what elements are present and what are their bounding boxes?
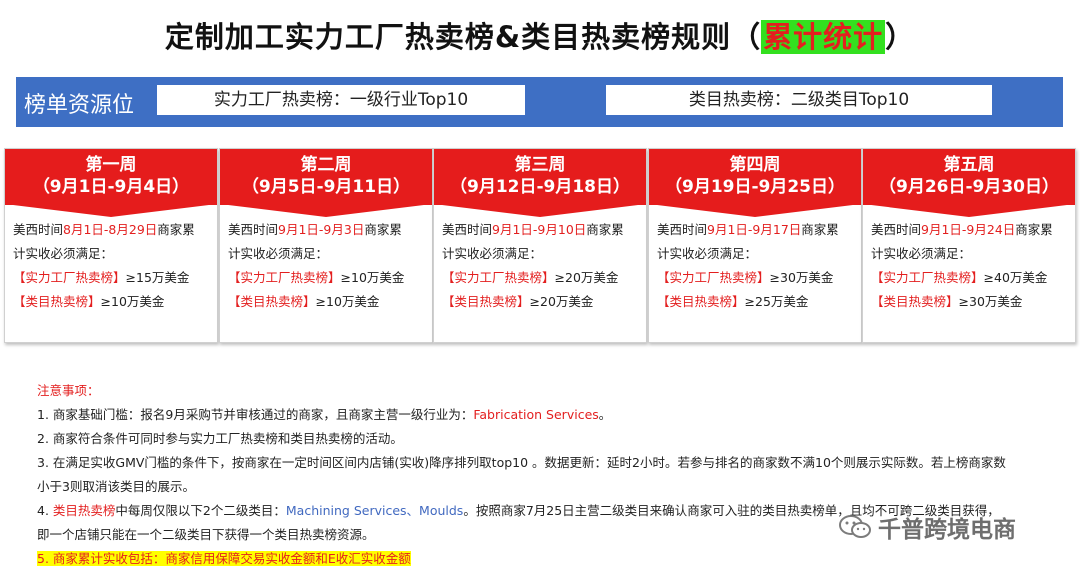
week-name: 第五周 [943,155,995,175]
week-name: 第二周 [300,155,352,175]
week-card-header: 第三周 （9月12日-9月18日） [434,149,646,217]
week-card-5: 第五周 （9月26日-9月30日） 美西时间9月1日-9月24日商家累 计实收必… [862,148,1076,343]
week-card-body: 美西时间9月1日-9月3日商家累 计实收必须满足： 【实力工厂热卖榜】≥10万美… [228,222,405,309]
week-card-header: 第四周 （9月19日-9月25日） [649,149,861,217]
watermark-text: 千普跨境电商 [878,517,1016,543]
note-3: 3. 在满足实收GMV门槛的条件下，按商家在一定时间区间内店铺(实收)降序排列取… [37,455,1006,470]
title-highlight: 累计统计 [761,20,886,54]
week-name: 第四周 [729,155,781,175]
factory-ranking-box: 实力工厂热卖榜：一级行业Top10 [157,85,525,115]
week-card-body: 美西时间9月1日-9月24日商家累 计实收必须满足： 【实力工厂热卖榜】≥40万… [871,222,1053,309]
category-ranking-box: 类目热卖榜：二级类目Top10 [606,85,992,115]
week-range: （9月19日-9月25日） [664,177,846,197]
week-card-header: 第一周 （9月1日-9月4日） [5,149,217,217]
week-card-body: 美西时间9月1日-9月10日商家累 计实收必须满足： 【实力工厂热卖榜】≥20万… [442,222,624,309]
week-range: （9月12日-9月18日） [449,177,631,197]
note-2: 2. 商家符合条件可同时参与实力工厂热卖榜和类目热卖榜的活动。 [37,431,403,446]
notes-heading: 注意事项： [37,383,100,398]
week-card-body: 美西时间9月1日-9月17日商家累 计实收必须满足： 【实力工厂热卖榜】≥30万… [657,222,839,309]
week-card-4: 第四周 （9月19日-9月25日） 美西时间9月1日-9月17日商家累 计实收必… [648,148,862,343]
note-3-cont: 小于3则取消该类目的展示。 [37,479,195,494]
week-range: （9月5日-9月11日） [241,177,411,197]
wechat-icon [838,514,872,540]
week-card-header: 第二周 （9月5日-9月11日） [220,149,432,217]
week-range: （9月26日-9月30日） [878,177,1060,197]
resource-band-label: 榜单资源位 [24,93,135,118]
week-card-3: 第三周 （9月12日-9月18日） 美西时间9月1日-9月10日商家累 计实收必… [433,148,647,343]
week-card-body: 美西时间8月1日-8月29日商家累 计实收必须满足： 【实力工厂热卖榜】≥15万… [13,222,195,309]
watermark: 千普跨境电商 [838,510,1016,544]
week-card-2: 第二周 （9月5日-9月11日） 美西时间9月1日-9月3日商家累 计实收必须满… [219,148,433,343]
page-title: 定制加工实力工厂热卖榜&类目热卖榜规则（累计统计） [164,20,916,54]
week-name: 第一周 [85,155,137,175]
week-card-header: 第五周 （9月26日-9月30日） [863,149,1075,217]
note-5: 5. 商家累计实收包括：商家信用保障交易实收金额和E收汇实收金额 [37,551,411,566]
week-card-1: 第一周 （9月1日-9月4日） 美西时间8月1日-8月29日商家累 计实收必须满… [4,148,218,343]
week-name: 第三周 [514,155,566,175]
week-range: （9月1日-9月4日） [32,177,190,197]
note-1: 1. 商家基础门槛：报名9月采购节并审核通过的商家，且商家主营一级行业为：Fab… [37,407,612,422]
